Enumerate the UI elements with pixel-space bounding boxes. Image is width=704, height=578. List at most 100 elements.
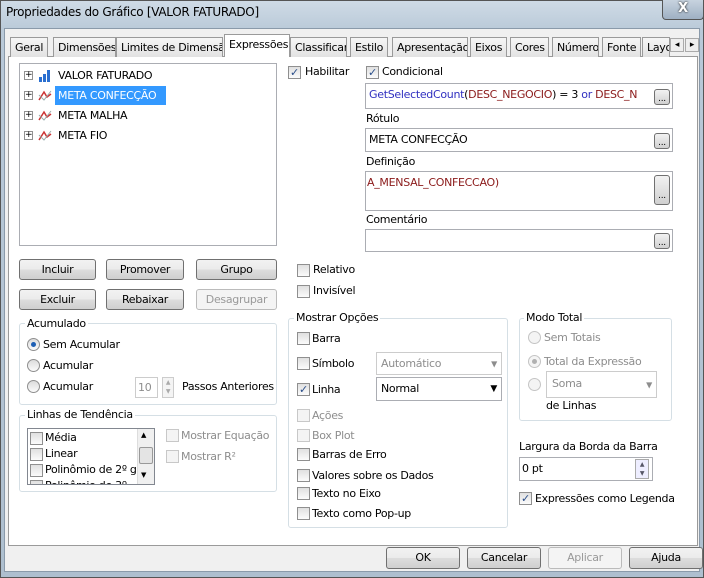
tab-scroll-right-button[interactable]: ▸: [685, 38, 699, 52]
mostrar-r2-label: Mostrar R²: [181, 450, 236, 463]
definicao-input[interactable]: A_MENSAL_CONFECCAO): [365, 171, 673, 211]
valores-sobre-os-dados-label: Valores sobre os Dados: [312, 469, 434, 482]
ok-button[interactable]: OK: [386, 547, 460, 569]
tendencia-item[interactable]: Polinômio de 2º gra: [30, 463, 148, 477]
cancelar-button[interactable]: Cancelar: [467, 547, 541, 569]
tendencia-item[interactable]: Média: [30, 431, 77, 445]
expand-icon[interactable]: +: [24, 131, 33, 140]
expand-icon[interactable]: +: [24, 91, 33, 100]
passos-spinner[interactable]: 10: [135, 377, 158, 398]
condicional-text-part: DESC_NEGOCIO: [468, 88, 553, 101]
scroll-up-icon[interactable]: ▲: [141, 431, 146, 439]
tab-dimensões[interactable]: Dimensões: [53, 37, 116, 57]
ajuda-button[interactable]: Ajuda: [629, 547, 703, 569]
largura-input[interactable]: 0 pt: [519, 457, 653, 481]
texto-como-pop-up-checkbox[interactable]: [297, 507, 310, 520]
condicional-edit-button[interactable]: ...: [654, 89, 670, 105]
simbolo-checkbox[interactable]: [297, 357, 310, 370]
expression-item[interactable]: META MALHA: [55, 106, 130, 125]
relativo-checkbox[interactable]: [297, 264, 310, 277]
expressoes-legenda-label: Expressões como Legenda: [535, 492, 675, 505]
soma-select[interactable]: Soma ▼: [546, 371, 657, 398]
condicional-text-part: DESC_N: [595, 88, 638, 101]
rotulo-edit-button[interactable]: ...: [654, 133, 670, 149]
close-button[interactable]: X: [662, 0, 704, 20]
largura-label: Largura da Borda da Barra: [519, 440, 658, 453]
valores-sobre-os-dados-checkbox[interactable]: [297, 469, 310, 482]
tendencia-checkbox[interactable]: [30, 463, 43, 477]
linha-checkbox[interactable]: ✓: [297, 383, 310, 396]
mostrar-equacao-label: Mostrar Equação: [181, 429, 270, 442]
sem-acumular-radio[interactable]: [27, 338, 40, 351]
tendencia-listbox[interactable]: Média Linear Polinômio de 2º gra Polinômio …: [27, 428, 155, 485]
tendencia-item[interactable]: Linear: [30, 447, 78, 461]
expressoes-legenda-checkbox[interactable]: ✓: [519, 492, 532, 505]
texto-no-eixo-checkbox[interactable]: [297, 487, 310, 500]
relativo-label: Relativo: [313, 263, 355, 276]
tab-eixos[interactable]: Eixos: [470, 37, 507, 57]
expression-item[interactable]: META FIO: [55, 126, 110, 145]
chevron-down-icon: ▼: [490, 384, 497, 394]
mostrar-equacao-checkbox[interactable]: [166, 429, 179, 442]
expression-item[interactable]: VALOR FATURADO: [55, 66, 155, 85]
sem-totais-radio[interactable]: [528, 331, 541, 344]
expression-item[interactable]: META CONFECÇÃO: [55, 86, 166, 105]
tab-layo[interactable]: Layo: [642, 37, 670, 57]
tendencia-checkbox[interactable]: [30, 479, 43, 484]
definicao-edit-button[interactable]: ...: [654, 175, 670, 205]
condicional-text-part: or: [581, 88, 596, 101]
tendencia-checkbox[interactable]: [30, 431, 43, 445]
invisivel-checkbox[interactable]: [297, 285, 310, 298]
tendencia-item[interactable]: Polinômio de 3º: [30, 479, 127, 484]
comentario-label: Comentário: [366, 213, 428, 226]
comentario-edit-button[interactable]: ...: [654, 233, 670, 249]
tab-fonte[interactable]: Fonte: [602, 37, 641, 57]
grupo-button[interactable]: Grupo: [196, 259, 277, 280]
box-plot-checkbox[interactable]: [297, 429, 310, 442]
condicional-checkbox[interactable]: ✓: [366, 66, 379, 79]
window-title: Propriedades do Gráfico [VALOR FATURADO]: [6, 5, 259, 19]
tab-cores[interactable]: Cores: [510, 37, 549, 57]
line-chart-icon: [38, 89, 52, 102]
passos-spinner-arrows[interactable]: ▲ ▼: [162, 377, 174, 398]
excluir-button[interactable]: Excluir: [19, 289, 96, 310]
tab-geral[interactable]: Geral: [10, 37, 48, 57]
condicional-text-part: GetSelectedCount: [369, 88, 465, 101]
acumular-radio[interactable]: [27, 359, 40, 372]
tab-apresentação[interactable]: Apresentação: [392, 37, 468, 57]
comentario-input[interactable]: [365, 229, 673, 252]
tab-expressões[interactable]: Expressões: [224, 34, 290, 57]
scroll-down-icon[interactable]: ▼: [141, 471, 146, 479]
mostrar-r2-checkbox[interactable]: [166, 450, 179, 463]
acoes-checkbox[interactable]: [297, 409, 310, 422]
tendencia-item-label: Polinômio de 3º: [45, 479, 127, 484]
scroll-thumb[interactable]: [139, 447, 153, 464]
barras-de-erro-checkbox[interactable]: [297, 448, 310, 461]
condicional-input[interactable]: GetSelectedCount(DESC_NEGOCIO) = 3 or DE…: [365, 83, 673, 109]
tab-scroll-left-button[interactable]: ◂: [670, 38, 684, 52]
promover-button[interactable]: Promover: [106, 259, 184, 280]
de-linhas-label: de Linhas: [546, 399, 597, 412]
expand-icon[interactable]: +: [24, 111, 33, 120]
tab-limites-de-dimensão[interactable]: Limites de Dimensão: [116, 37, 223, 57]
largura-spinner-arrows[interactable]: ▲ ▼: [635, 459, 649, 479]
total-expressao-radio[interactable]: [528, 355, 541, 368]
rotulo-input[interactable]: META CONFECÇÃO: [365, 128, 673, 152]
habilitar-checkbox[interactable]: ✓: [288, 66, 301, 79]
tab-estilo[interactable]: Estilo: [350, 37, 388, 57]
expand-icon[interactable]: +: [24, 71, 33, 80]
simbolo-select[interactable]: Automático ▼: [376, 352, 502, 375]
acumular-passos-radio[interactable]: [27, 380, 40, 393]
tendencia-checkbox[interactable]: [30, 447, 43, 461]
tab-número[interactable]: Número: [552, 37, 599, 57]
soma-radio[interactable]: [528, 378, 541, 391]
tendencia-scrollbar[interactable]: ▲ ▼: [137, 429, 154, 484]
rebaixar-button[interactable]: Rebaixar: [106, 289, 184, 310]
linha-select[interactable]: Normal ▼: [376, 377, 502, 401]
tab-classificar[interactable]: Classificar: [290, 37, 347, 57]
aplicar-button[interactable]: Aplicar: [548, 547, 622, 569]
desagrupar-button[interactable]: Desagrupar: [196, 289, 277, 310]
barra-checkbox[interactable]: [297, 332, 310, 345]
chevron-down-icon: ▼: [646, 380, 652, 389]
incluir-button[interactable]: Incluir: [19, 259, 96, 280]
